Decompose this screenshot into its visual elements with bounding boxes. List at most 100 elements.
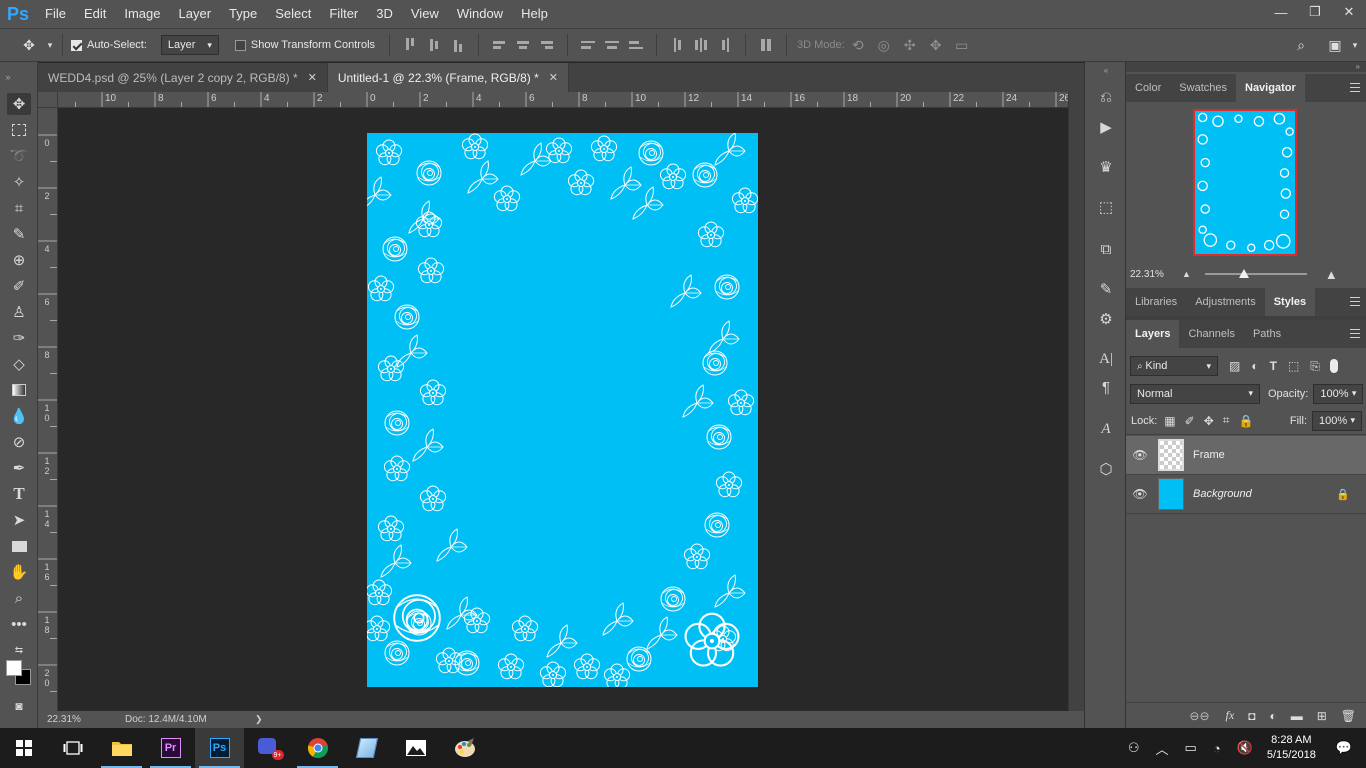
vertical-ruler[interactable]: 0 2 4 6 8 10 12 14 16 18 20 [38, 108, 58, 711]
tab-close-icon[interactable]: ✕ [308, 71, 317, 84]
navigator-thumbnail[interactable] [1193, 109, 1297, 256]
taskbar-notes-app[interactable] [342, 728, 391, 768]
history-panel-icon[interactable]: ⎌ [1095, 86, 1117, 108]
path-selection-tool-icon[interactable]: ➤ [7, 509, 31, 531]
actions-panel-icon[interactable]: ▶ [1095, 116, 1117, 138]
filter-smart-object-icon[interactable]: ⎘ [1310, 359, 1320, 374]
menu-window[interactable]: Window [448, 0, 512, 28]
crop-tool-icon[interactable]: ⌗ [7, 197, 31, 219]
tab-channels[interactable]: Channels [1179, 320, 1243, 348]
marquee-tool-icon[interactable] [7, 119, 31, 141]
lock-artboard-icon[interactable]: ⌗ [1223, 413, 1230, 428]
3d-panel-icon[interactable]: ⬡ [1095, 458, 1117, 480]
opacity-field[interactable]: 100% ▾ [1313, 383, 1364, 404]
swap-colors-icon[interactable]: ⇆ [7, 639, 31, 661]
workspace-chevron-icon[interactable]: ▾ [1348, 40, 1362, 51]
layer-name-background[interactable]: Background [1193, 488, 1252, 500]
auto-select-target-dropdown[interactable]: Layer ▾ [160, 35, 219, 55]
move-tool-icon[interactable]: ✥ [7, 93, 31, 115]
task-view-button[interactable] [48, 728, 97, 768]
tab-paths[interactable]: Paths [1244, 320, 1290, 348]
tab-layers[interactable]: Layers [1126, 320, 1180, 348]
zoom-level[interactable]: 22.31% [47, 714, 125, 725]
menu-help[interactable]: Help [512, 0, 557, 28]
adjustments-panel-icon[interactable]: ⚙ [1095, 308, 1117, 330]
move-tool-icon[interactable]: ✥ [14, 37, 44, 54]
delete-layer-icon[interactable]: 🗑 [1341, 709, 1356, 723]
navigator-zoom-value[interactable]: 22.31% [1130, 269, 1182, 280]
add-mask-icon[interactable]: ◘ [1248, 709, 1255, 723]
history-brush-tool-icon[interactable]: ✑ [7, 327, 31, 349]
tab-untitled-1[interactable]: Untitled-1 @ 22.3% (Frame, RGB/8) * ✕ [327, 63, 569, 92]
auto-align-icon[interactable] [757, 35, 775, 55]
show-transform-checkbox[interactable]: Show Transform Controls [234, 39, 375, 51]
menu-view[interactable]: View [402, 0, 448, 28]
collapse-toolbar-icon[interactable]: » [3, 66, 13, 88]
gradient-tool-icon[interactable] [7, 379, 31, 401]
eraser-tool-icon[interactable]: ◇ [7, 353, 31, 375]
workspace-icon[interactable]: ▣ [1322, 37, 1348, 54]
blur-tool-icon[interactable]: 💧 [7, 405, 31, 427]
filter-toggle[interactable] [1329, 359, 1338, 373]
3d-slide-icon[interactable]: ✥ [923, 37, 949, 54]
taskbar-chat-app[interactable]: 9+ [244, 728, 293, 768]
filter-shape-icon[interactable]: ⬚ [1288, 359, 1299, 373]
distribute-left-icon[interactable] [668, 35, 686, 55]
tab-color[interactable]: Color [1126, 74, 1170, 102]
new-group-icon[interactable]: ▬ [1291, 709, 1303, 723]
menu-select[interactable]: Select [266, 0, 320, 28]
lasso-tool-icon[interactable]: ➰ [7, 145, 31, 167]
lock-position-icon[interactable]: ✥ [1204, 414, 1214, 428]
menu-file[interactable]: File [36, 0, 75, 28]
minimize-button[interactable]: — [1264, 0, 1298, 24]
zoom-tool-icon[interactable]: ⌕ [7, 587, 31, 609]
menu-image[interactable]: Image [115, 0, 169, 28]
rectangle-tool-icon[interactable] [7, 535, 31, 557]
layer-name-frame[interactable]: Frame [1193, 449, 1225, 461]
show-transform-check-icon[interactable] [234, 39, 246, 51]
taskbar-photos[interactable] [391, 728, 440, 768]
new-layer-icon[interactable]: ⊞ [1317, 709, 1327, 723]
battery-icon[interactable]: ▭ [1185, 740, 1197, 756]
start-button[interactable] [0, 728, 48, 768]
tab-swatches[interactable]: Swatches [1170, 74, 1236, 102]
type-tool-icon[interactable]: T [7, 483, 31, 505]
distribute-top-icon[interactable] [579, 35, 597, 55]
taskbar-premiere-pro[interactable]: Pr [146, 728, 195, 768]
layer-row-frame[interactable]: 👁 Frame [1126, 436, 1366, 475]
3d-roll-icon[interactable]: ◎ [871, 37, 897, 54]
tab-styles[interactable]: Styles [1264, 288, 1316, 316]
visibility-eye-icon[interactable]: 👁 [1126, 448, 1154, 462]
healing-brush-tool-icon[interactable]: ⊕ [7, 249, 31, 271]
align-left-icon[interactable] [490, 35, 508, 55]
zoom-in-icon[interactable]: ▲ [1325, 267, 1338, 282]
3d-orbit-icon[interactable]: ⟲ [845, 37, 871, 54]
tab-wedd4[interactable]: WEDD4.psd @ 25% (Layer 2 copy 2, RGB/8) … [38, 63, 328, 92]
collapse-dock-icon[interactable]: « [1101, 65, 1111, 75]
align-top-icon[interactable] [401, 35, 419, 55]
filter-type-icon[interactable]: T [1270, 359, 1277, 373]
quick-mask-icon[interactable]: ◙ [7, 695, 31, 717]
paragraph-panel-icon[interactable]: ¶ [1095, 376, 1117, 398]
document-canvas[interactable] [367, 133, 758, 687]
fill-field[interactable]: 100% ▾ [1312, 410, 1362, 431]
properties-panel-icon[interactable]: ⬚ [1095, 196, 1117, 218]
auto-select-check-icon[interactable] [71, 39, 82, 51]
brush-presets-panel-icon[interactable]: ♛ [1095, 156, 1117, 178]
people-icon[interactable]: ⚇ [1128, 740, 1140, 756]
tool-preset-chevron-icon[interactable]: ▾ [44, 40, 56, 51]
layer-style-fx-icon[interactable]: fx [1226, 708, 1235, 723]
distribute-right-icon[interactable] [716, 35, 734, 55]
brush-tool-icon[interactable]: ✐ [7, 275, 31, 297]
show-hidden-icons-chevron-icon[interactable]: ︿ [1156, 739, 1169, 758]
glyphs-panel-icon[interactable]: A [1095, 418, 1117, 440]
lock-image-icon[interactable]: ✐ [1185, 414, 1195, 428]
align-right-icon[interactable] [538, 35, 556, 55]
panel-menu-icon[interactable] [1350, 329, 1360, 338]
distribute-bottom-icon[interactable] [627, 35, 645, 55]
tab-adjustments[interactable]: Adjustments [1186, 288, 1265, 316]
action-center-icon[interactable]: 💬 [1336, 740, 1352, 756]
auto-select-checkbox[interactable]: Auto-Select: [71, 39, 147, 51]
panel-menu-icon[interactable] [1350, 83, 1360, 92]
close-window-button[interactable]: ✕ [1332, 0, 1366, 24]
